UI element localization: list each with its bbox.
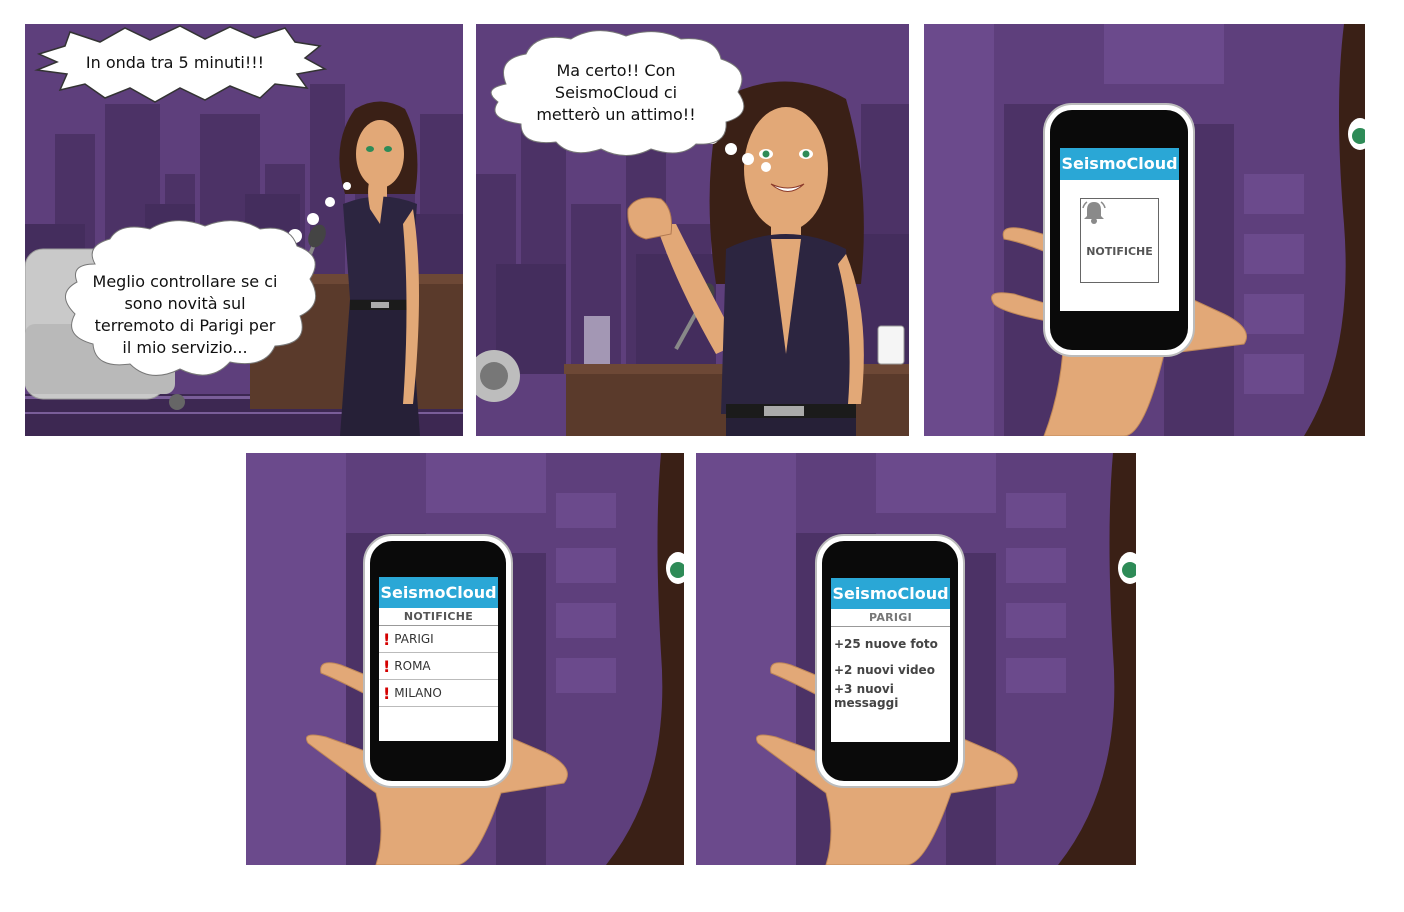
section-title: PARIGI [831, 609, 950, 627]
panel-1-scene [25, 24, 463, 436]
update-item: +2 nuovi video [834, 663, 935, 677]
alert-icon: ! [383, 683, 391, 703]
update-item: +25 nuove foto [834, 637, 938, 651]
thought-line: sono novità sul [124, 294, 246, 313]
thought-line: il mio servizio... [122, 338, 248, 357]
app-header: SeismoCloud [379, 577, 498, 608]
thought-line: metterò un attimo!! [536, 105, 696, 124]
alert-icon: ! [383, 656, 391, 676]
notification-item-milano[interactable]: ! MILANO [379, 680, 498, 707]
phone-screen-home: SeismoCloud NOTIFICHE [1060, 148, 1179, 311]
comic-panel-5: SeismoCloud PARIGI +25 nuove foto +2 nuo… [696, 453, 1136, 865]
thought-line: SeismoCloud ci [554, 83, 678, 102]
shout-bubble-text: In onda tra 5 minuti!!! [85, 53, 265, 72]
thought-line: terremoto di Parigi per [94, 316, 276, 335]
update-item: +3 nuovi messaggi [834, 682, 899, 710]
phone-screen-parigi: SeismoCloud PARIGI +25 nuove foto +2 nuo… [831, 578, 950, 742]
notifications-button-label: NOTIFICHE [1086, 245, 1153, 258]
app-header: SeismoCloud [1060, 148, 1179, 180]
comic-panel-2: Ma certo!! Con SeismoCloud ci metterò un… [476, 24, 909, 436]
notification-item-roma[interactable]: ! ROMA [379, 653, 498, 680]
thought-line: Meglio controllare se ci [92, 272, 278, 291]
thought-bubble-1: Meglio controllare se ci sono novità sul… [70, 271, 300, 359]
comic-panel-3: SeismoCloud NOTIFICHE [924, 24, 1365, 436]
notifications-button[interactable]: NOTIFICHE [1080, 198, 1159, 283]
bell-icon [1082, 201, 1133, 239]
thought-bubble-2: Ma certo!! Con SeismoCloud ci metterò un… [511, 60, 721, 126]
notification-item-parigi[interactable]: ! PARIGI [379, 626, 498, 653]
alert-icon: ! [383, 629, 391, 649]
notification-label: ROMA [394, 659, 431, 673]
app-header: SeismoCloud [831, 578, 950, 609]
comic-panel-4: SeismoCloud NOTIFICHE ! PARIGI ! ROMA ! … [246, 453, 684, 865]
notification-label: PARIGI [394, 632, 434, 646]
phone-screen-notifications: SeismoCloud NOTIFICHE ! PARIGI ! ROMA ! … [379, 577, 498, 741]
notification-label: MILANO [394, 686, 442, 700]
thought-line: Ma certo!! Con [556, 61, 676, 80]
section-title: NOTIFICHE [379, 608, 498, 626]
comic-panel-1: In onda tra 5 minuti!!! Meglio controlla… [25, 24, 463, 436]
